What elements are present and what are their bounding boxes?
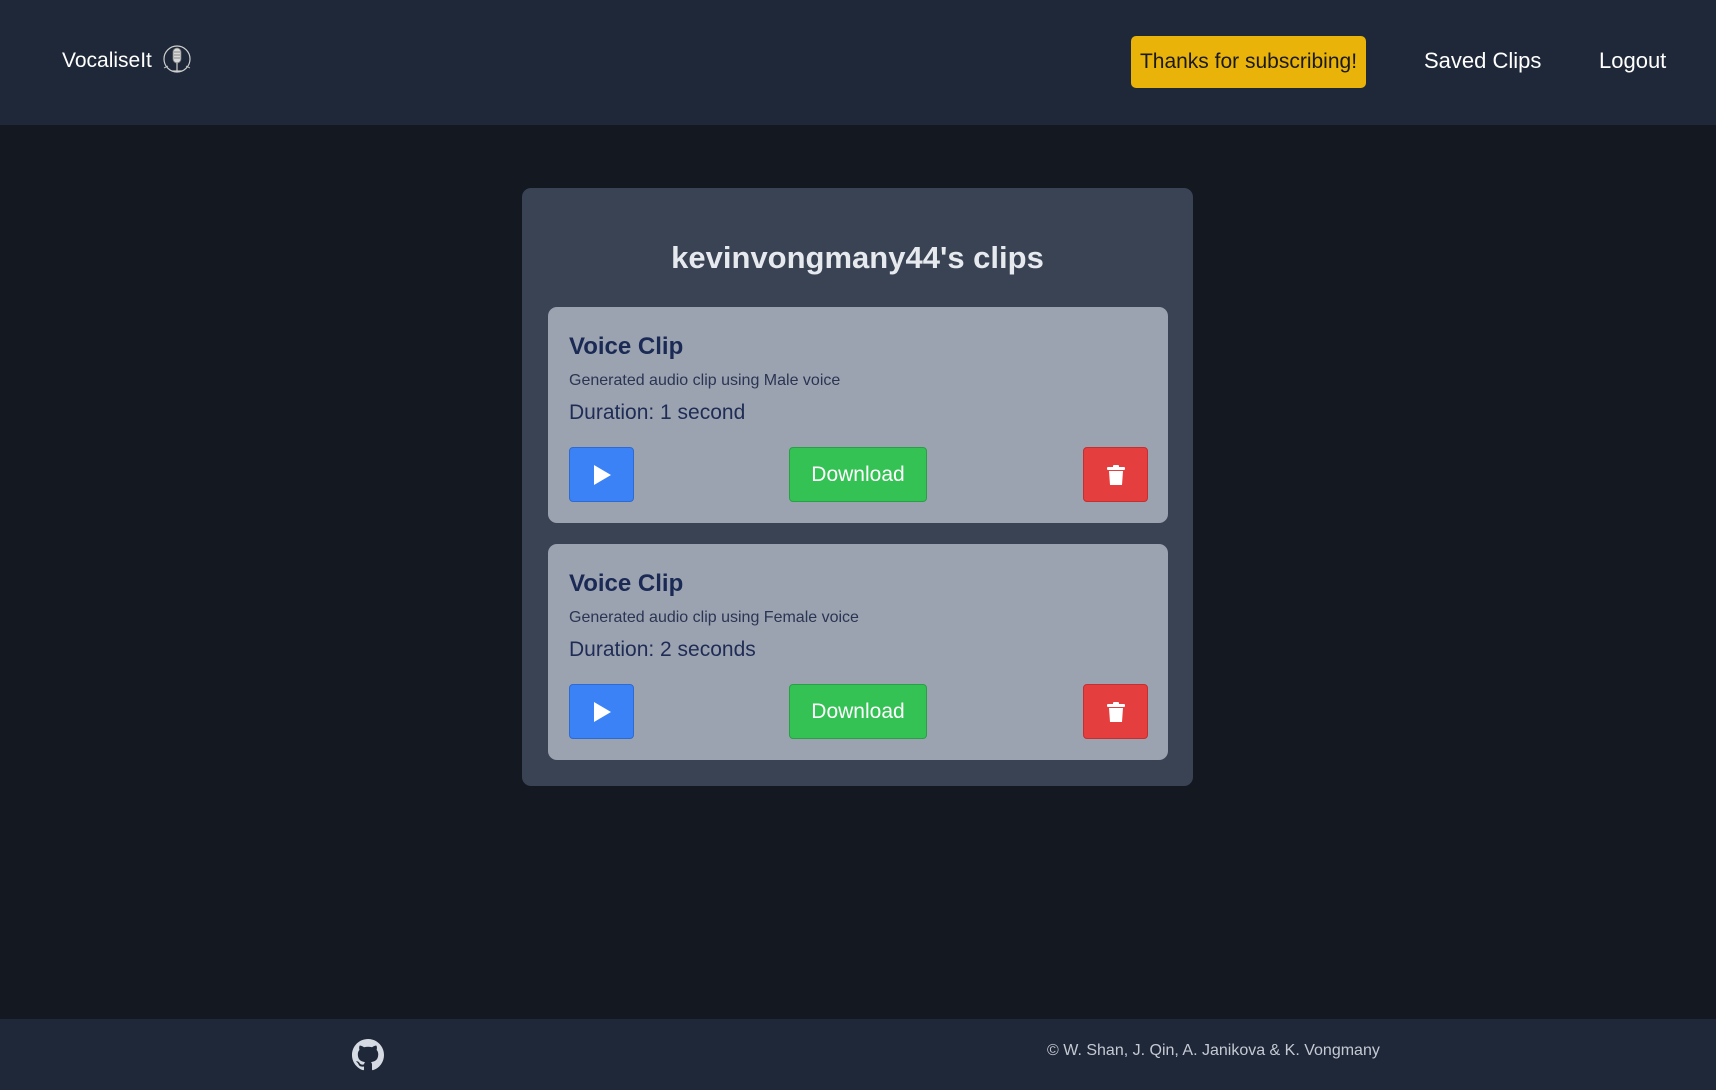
trash-icon [1106, 464, 1125, 485]
delete-button[interactable] [1083, 447, 1148, 502]
page-title: kevinvongmany44's clips [671, 240, 1044, 275]
clip-duration: Duration: 2 seconds [569, 638, 756, 661]
brand-name: VocaliseIt [62, 49, 152, 72]
top-navbar: VocaliseIt Thanks for subscribing! Saved… [0, 0, 1716, 125]
play-button[interactable] [569, 447, 634, 502]
clip-description: Generated audio clip using Male voice [569, 372, 841, 389]
clip-duration: Duration: 1 second [569, 401, 746, 424]
clip-title: Voice Clip [569, 333, 684, 360]
delete-button[interactable] [1083, 684, 1148, 739]
download-button[interactable]: Download [789, 684, 927, 739]
nav-logout[interactable]: Logout [1599, 48, 1666, 74]
clip-description: Generated audio clip using Female voice [569, 609, 859, 626]
github-icon[interactable] [352, 1039, 384, 1071]
clip-card: Voice Clip Generated audio clip using Ma… [548, 307, 1168, 523]
footer: © W. Shan, J. Qin, A. Janikova & K. Vong… [0, 1019, 1716, 1090]
copyright-text: © W. Shan, J. Qin, A. Janikova & K. Vong… [1047, 1042, 1380, 1059]
subscription-badge[interactable]: Thanks for subscribing! [1131, 36, 1366, 88]
clip-title: Voice Clip [569, 570, 684, 597]
play-icon [593, 464, 611, 485]
nav-saved-clips[interactable]: Saved Clips [1424, 48, 1541, 74]
play-button[interactable] [569, 684, 634, 739]
download-button[interactable]: Download [789, 447, 927, 502]
microphone-icon [163, 45, 191, 73]
trash-icon [1106, 701, 1125, 722]
clips-panel: kevinvongmany44's clips Voice Clip Gener… [522, 188, 1193, 786]
clip-card: Voice Clip Generated audio clip using Fe… [548, 544, 1168, 760]
play-icon [593, 701, 611, 722]
brand-logo[interactable]: VocaliseIt [62, 44, 192, 78]
